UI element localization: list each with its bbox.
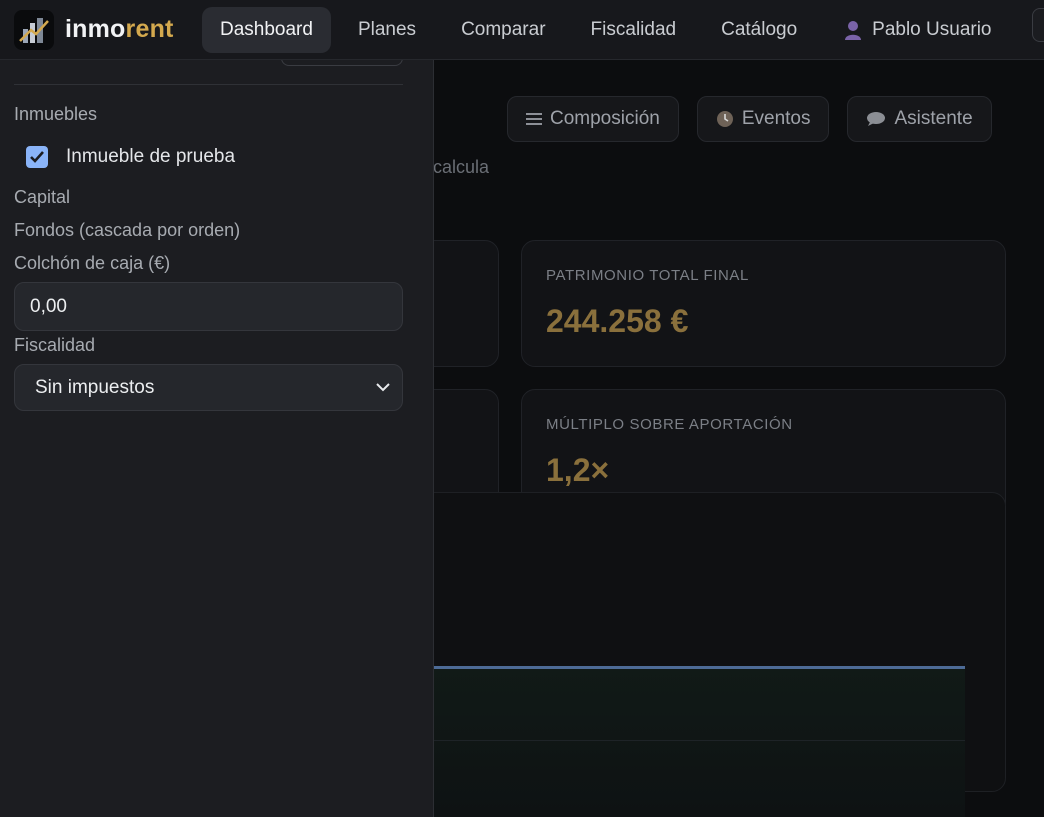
kpi-label: PATRIMONIO TOTAL FINAL	[546, 267, 749, 284]
clock-icon	[716, 110, 734, 128]
list-icon	[526, 112, 542, 126]
kpi-value: 244.258 €	[546, 303, 689, 339]
brand-name-part1: inmo	[65, 15, 126, 43]
chevron-down-icon	[376, 383, 390, 392]
colchon-input[interactable]: 0,00	[14, 282, 403, 331]
property-option[interactable]: Inmueble de prueba	[26, 146, 235, 168]
colchon-value: 0,00	[30, 295, 67, 317]
eventos-label: Eventos	[741, 108, 811, 129]
nav-planes[interactable]: Planes	[340, 7, 434, 53]
building-chart-icon	[14, 9, 54, 50]
chart-area-fill	[433, 666, 965, 817]
page-subtitle: calcula	[433, 157, 490, 177]
nav-dashboard[interactable]: Dashboard	[202, 6, 331, 53]
brand-name: inmorent	[65, 15, 174, 44]
asistente-button[interactable]: Asistente	[847, 96, 992, 142]
fiscalidad-value: Sin impuestos	[35, 376, 155, 398]
brand[interactable]: inmorent	[14, 9, 202, 50]
composicion-button[interactable]: Composición	[507, 96, 679, 142]
property-label: Inmueble de prueba	[66, 146, 236, 167]
nav-fiscalidad[interactable]: Fiscalidad	[573, 7, 695, 53]
colchon-label: Colchón de caja (€)	[14, 253, 171, 273]
capital-label: Capital	[14, 187, 71, 207]
kpi-card-patrimonio: PATRIMONIO TOTAL FINAL 244.258 €	[521, 240, 1006, 367]
nav-catalogo[interactable]: Catálogo	[703, 7, 815, 53]
chart-gridline	[433, 740, 965, 741]
speech-bubble-icon	[866, 111, 886, 127]
inmuebles-label: Inmuebles	[14, 104, 98, 124]
property-checkbox[interactable]	[26, 146, 48, 168]
kpi-label: MÚLTIPLO SOBRE APORTACIÓN	[546, 416, 793, 433]
divider	[14, 84, 403, 85]
settings-drawer: Inmuebles Inmueble de prueba Capital Fon…	[0, 56, 434, 817]
fondos-label: Fondos (cascada por orden)	[14, 220, 241, 240]
eventos-button[interactable]: Eventos	[696, 96, 830, 142]
main-nav: Dashboard Planes Comparar Fiscalidad Cat…	[202, 0, 992, 60]
top-navigation-bar: inmorent Dashboard Planes Comparar Fisca…	[0, 0, 1044, 60]
user-icon	[842, 19, 864, 41]
composicion-label: Composición	[550, 108, 660, 129]
checkmark-icon	[30, 151, 44, 163]
fiscalidad-select[interactable]: Sin impuestos	[14, 364, 403, 411]
page-actions: Composición Eventos Asistente	[507, 96, 992, 142]
kpi-value: 1,2×	[546, 452, 610, 488]
brand-name-part2: rent	[125, 15, 174, 43]
fiscalidad-label: Fiscalidad	[14, 335, 96, 355]
user-menu[interactable]: Pablo Usuario	[842, 7, 992, 53]
asistente-label: Asistente	[894, 108, 973, 129]
chart-series-line	[433, 666, 965, 669]
nav-comparar[interactable]: Comparar	[443, 7, 563, 53]
overflow-button[interactable]	[1032, 8, 1044, 42]
user-name: Pablo Usuario	[872, 18, 992, 40]
